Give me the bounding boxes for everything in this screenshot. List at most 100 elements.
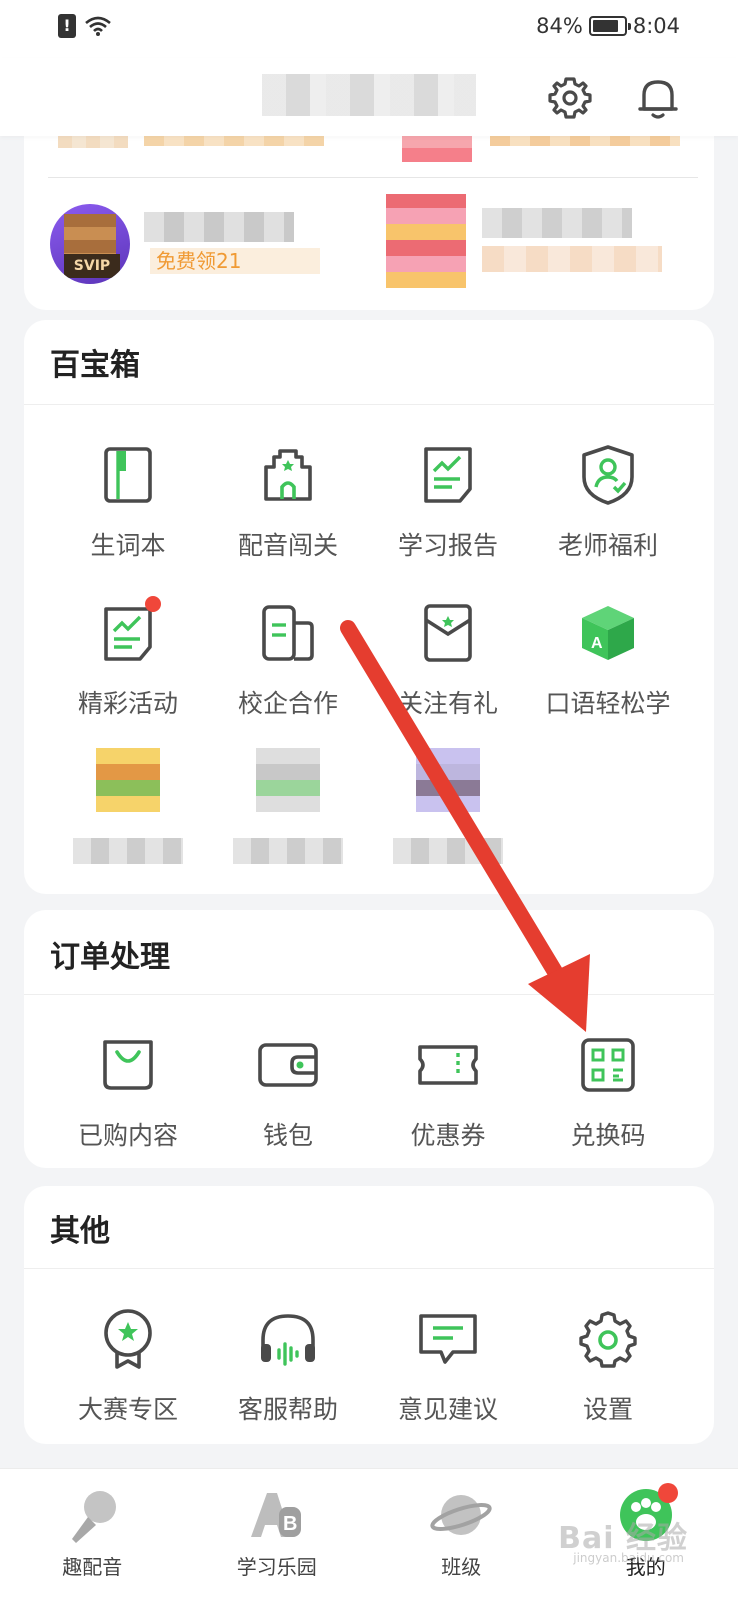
orders-title: 订单处理	[50, 940, 170, 975]
others-label: 设置	[582, 1395, 633, 1424]
medal-icon	[93, 1304, 163, 1374]
others-item-settings[interactable]: 设置	[528, 1270, 688, 1428]
battery-icon	[588, 16, 631, 36]
nav-label: 学习乐园	[236, 1555, 317, 1579]
svg-text:A: A	[591, 635, 603, 652]
blurred-icon	[416, 748, 480, 812]
status-bar: ! 84% 8:04	[0, 0, 738, 58]
toolbox-item-blurred[interactable]	[48, 722, 208, 880]
blurred-label	[73, 838, 183, 864]
orders-label: 优惠券	[410, 1121, 486, 1150]
ab-icon: B	[245, 1483, 309, 1547]
toolbox-item-follow-gift[interactable]: 关注有礼	[368, 564, 528, 722]
others-item-feedback[interactable]: 意见建议	[368, 1270, 528, 1428]
status-right: 84% 8:04	[536, 14, 680, 38]
toolbox-label: 关注有礼	[397, 689, 498, 718]
svg-text:B: B	[283, 1513, 297, 1535]
orders-item-purchased[interactable]: 已购内容	[48, 996, 208, 1154]
orders-label: 已购内容	[77, 1121, 178, 1150]
toolbox-item-teacher-benefit[interactable]: 老师福利	[528, 406, 688, 564]
toolbox-card: 百宝箱 生词本 配音闯关 学习报告 老师福利 精彩活动 校企合作 关注有礼 A …	[24, 320, 714, 894]
speaking-cube-icon: A	[573, 598, 643, 668]
bottom-nav: 趣配音 B 学习乐园 班级 我的 Bai 经验 jingyan.baidu.co…	[0, 1468, 738, 1600]
bell-icon[interactable]	[632, 72, 684, 124]
orders-grid: 已购内容 钱包 优惠券 兑换码	[48, 996, 688, 1154]
activity-icon	[93, 596, 163, 668]
toolbox-label: 老师福利	[557, 531, 658, 560]
svip-avatar: SVIP	[50, 204, 130, 284]
orders-label: 兑换码	[570, 1121, 646, 1150]
castle-icon	[253, 440, 323, 510]
others-label: 大赛专区	[77, 1395, 178, 1424]
report-icon	[413, 440, 483, 510]
wallet-icon	[253, 1030, 323, 1100]
toolbox-grid: 生词本 配音闯关 学习报告 老师福利 精彩活动 校企合作 关注有礼 A 口语轻松…	[48, 406, 688, 880]
vip-divider	[48, 177, 698, 178]
feedback-icon	[413, 1304, 483, 1374]
nav-label: 趣配音	[62, 1555, 123, 1579]
toolbox-item-study-report[interactable]: 学习报告	[368, 406, 528, 564]
vip-right-title-blur	[482, 208, 632, 238]
toolbox-title: 百宝箱	[50, 348, 140, 383]
wifi-icon	[84, 15, 112, 37]
nav-item-dubbing[interactable]: 趣配音	[0, 1469, 185, 1600]
toolbox-label: 配音闯关	[237, 531, 338, 560]
orders-divider	[24, 994, 714, 995]
toolbox-item-blurred[interactable]	[368, 722, 528, 880]
vip-right-sub-blur	[482, 246, 662, 272]
watermark-sub: jingyan.baidu.com	[573, 1551, 684, 1565]
others-label: 意见建议	[397, 1395, 498, 1424]
gift-envelope-icon	[413, 598, 483, 668]
toolbox-divider	[24, 404, 714, 405]
planet-icon	[429, 1483, 493, 1547]
toolbox-item-activities[interactable]: 精彩活动	[48, 564, 208, 722]
headset-icon	[253, 1304, 323, 1374]
toolbox-label: 生词本	[90, 531, 166, 560]
vip-right-image-blur	[386, 194, 466, 288]
microphone-icon	[60, 1483, 124, 1547]
toolbox-item-vocabulary[interactable]: 生词本	[48, 406, 208, 564]
orders-label: 钱包	[262, 1121, 313, 1150]
settings-gear-icon[interactable]	[544, 72, 596, 124]
status-left: !	[58, 14, 112, 38]
blurred-label	[233, 838, 343, 864]
others-title: 其他	[50, 1214, 110, 1249]
nav-item-learning-park[interactable]: B 学习乐园	[185, 1469, 370, 1600]
toolbox-item-blurred[interactable]	[208, 722, 368, 880]
header	[0, 58, 738, 136]
others-item-support[interactable]: 客服帮助	[208, 1270, 368, 1428]
coupon-icon	[413, 1030, 483, 1100]
vip-name-blur	[144, 212, 294, 242]
redeem-code-icon	[573, 1030, 643, 1100]
blurred-icon	[256, 748, 320, 812]
blurred-label	[393, 838, 503, 864]
battery-percent: 84%	[536, 14, 583, 38]
toolbox-item-dubbing-challenge[interactable]: 配音闯关	[208, 406, 368, 564]
orders-card: 订单处理 已购内容 钱包 优惠券 兑换码	[24, 910, 714, 1168]
toolbox-item-speaking[interactable]: A 口语轻松学	[528, 564, 688, 722]
username-blurred	[262, 74, 476, 116]
toolbox-label: 精彩活动	[77, 689, 178, 718]
toolbox-item-cooperation[interactable]: 校企合作	[208, 564, 368, 722]
nav-item-class[interactable]: 班级	[369, 1469, 554, 1600]
svip-label: SVIP	[64, 254, 120, 278]
others-divider	[24, 1268, 714, 1269]
battery-fill	[592, 20, 619, 32]
shopping-bag-icon	[93, 1030, 163, 1100]
cooperation-icon	[253, 598, 323, 668]
orders-item-coupon[interactable]: 优惠券	[368, 996, 528, 1154]
blurred-icon	[96, 748, 160, 812]
others-item-contest[interactable]: 大赛专区	[48, 1270, 208, 1428]
clock: 8:04	[632, 14, 680, 38]
vip-promo-text: 免费领21	[150, 248, 320, 274]
gear-icon	[573, 1304, 643, 1374]
orders-item-wallet[interactable]: 钱包	[208, 996, 368, 1154]
new-badge-dot	[145, 596, 161, 612]
nav-label: 班级	[441, 1555, 482, 1579]
others-card: 其他 大赛专区 客服帮助 意见建议 设置	[24, 1186, 714, 1444]
notebook-icon	[93, 440, 163, 510]
nav-badge-dot	[657, 1483, 678, 1503]
teacher-shield-icon	[573, 440, 643, 510]
orders-item-redeem-code[interactable]: 兑换码	[528, 996, 688, 1154]
toolbox-label: 学习报告	[397, 531, 498, 560]
